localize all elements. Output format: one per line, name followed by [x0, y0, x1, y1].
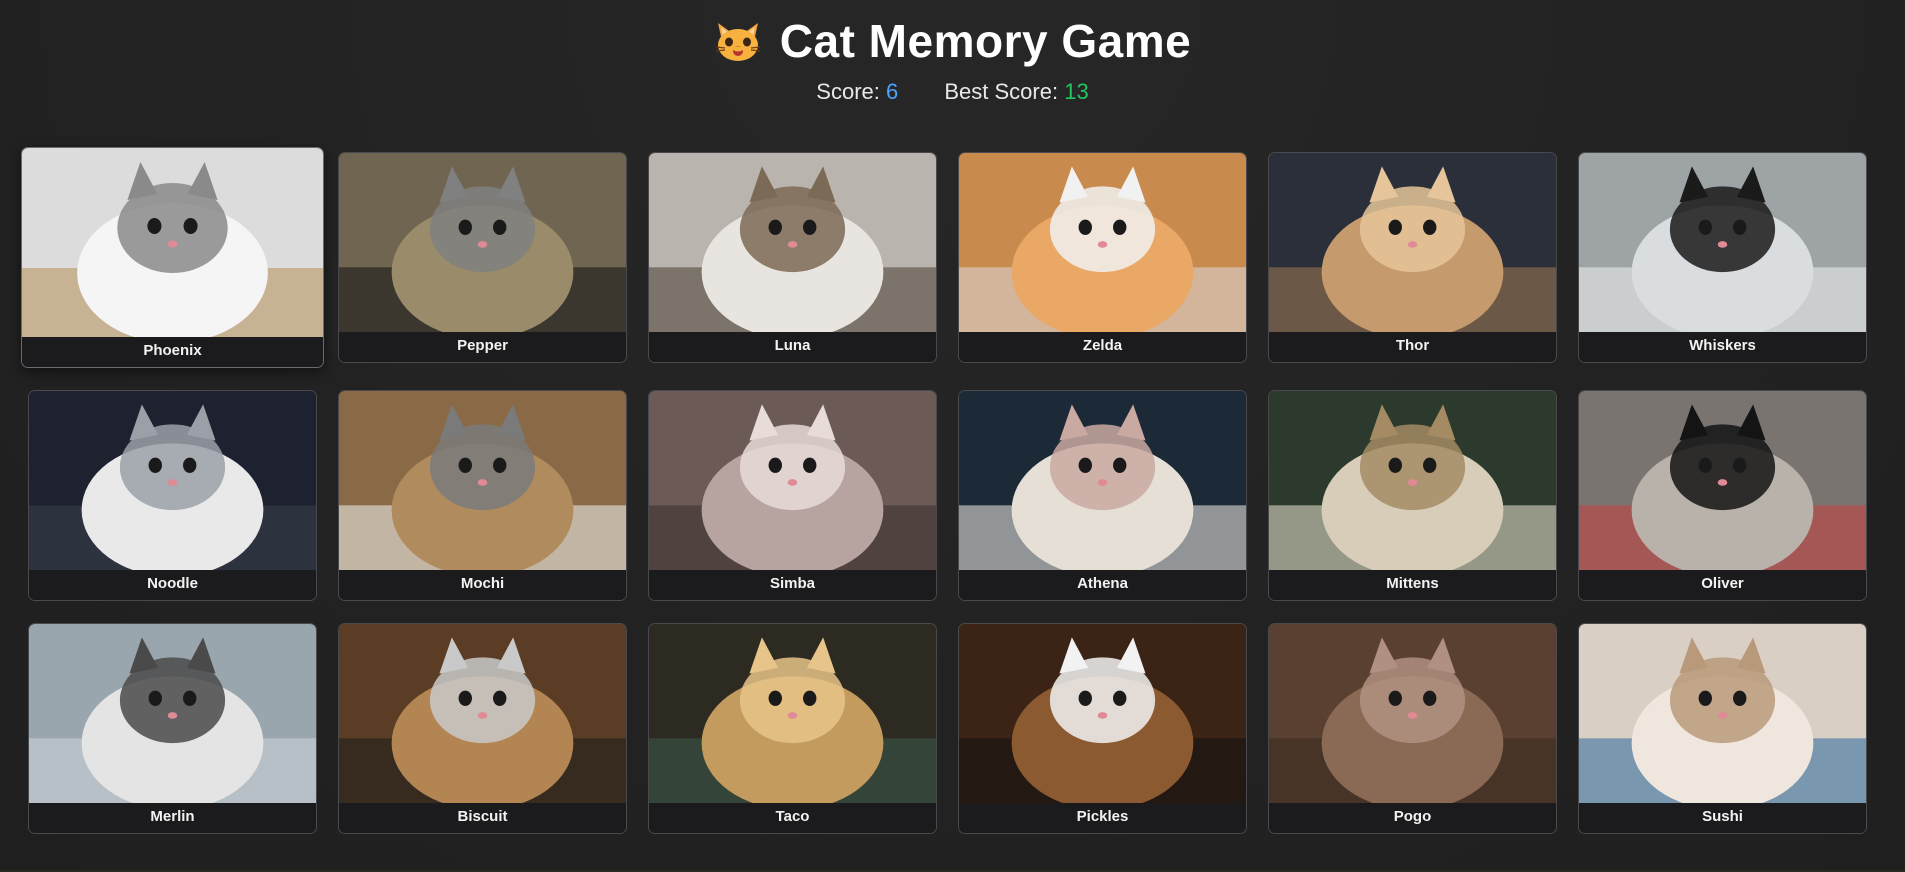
title-text: Cat Memory Game [779, 15, 1192, 67]
cat-card[interactable]: Noodle [28, 390, 317, 601]
cat-card[interactable]: Simba [648, 390, 937, 601]
cat-name-label: Taco [649, 803, 936, 833]
cat-card[interactable]: Biscuit [338, 623, 627, 834]
cat-name-label: Phoenix [22, 337, 323, 367]
cat-card[interactable]: Mochi [338, 390, 627, 601]
cat-name-label: Simba [649, 570, 936, 600]
cat-image [959, 391, 1246, 572]
cat-name-label: Whiskers [1579, 332, 1866, 362]
cat-face-icon [715, 23, 760, 61]
cat-card[interactable]: Pickles [958, 623, 1247, 834]
cat-name-label: Merlin [29, 803, 316, 833]
cat-card[interactable]: Luna [648, 152, 937, 363]
cat-name-label: Thor [1269, 332, 1556, 362]
cat-card[interactable]: Taco [648, 623, 937, 834]
cat-name-label: Biscuit [339, 803, 626, 833]
cat-image [1269, 391, 1556, 572]
cat-image [29, 391, 316, 572]
game-header: Cat Memory Game Score: 6 Best Score: 13 [0, 0, 1905, 106]
cat-name-label: Noodle [29, 570, 316, 600]
cat-name-label: Pepper [339, 332, 626, 362]
page-title: Cat Memory Game [714, 14, 1191, 68]
cat-image [339, 624, 626, 805]
cat-image [1579, 391, 1866, 572]
score-bar: Score: 6 Best Score: 13 [0, 78, 1905, 106]
best-score-value: 13 [1064, 79, 1089, 104]
cat-name-label: Mittens [1269, 570, 1556, 600]
score-label: Score: [816, 79, 880, 104]
cat-image [649, 153, 936, 334]
cat-card[interactable]: Oliver [1578, 390, 1867, 601]
cat-image [649, 391, 936, 572]
cat-image [649, 624, 936, 805]
cat-name-label: Luna [649, 332, 936, 362]
cat-image [959, 624, 1246, 805]
cat-card[interactable]: Zelda [958, 152, 1247, 363]
cat-image [1269, 624, 1556, 805]
cat-card[interactable]: Merlin [28, 623, 317, 834]
cat-card[interactable]: Pepper [338, 152, 627, 363]
cat-card[interactable]: Mittens [1268, 390, 1557, 601]
cat-image [339, 153, 626, 334]
cat-image [22, 148, 323, 338]
cat-name-label: Athena [959, 570, 1246, 600]
cat-image [339, 391, 626, 572]
cat-card[interactable]: Whiskers [1578, 152, 1867, 363]
cat-image [1269, 153, 1556, 334]
cat-image [1579, 153, 1866, 334]
cat-card[interactable]: Sushi [1578, 623, 1867, 834]
cat-name-label: Mochi [339, 570, 626, 600]
cat-card[interactable]: Athena [958, 390, 1247, 601]
card-grid: Phoenix Pepper Luna Zelda Thor Whiskers Noodle… [21, 147, 1878, 834]
cat-name-label: Pickles [959, 803, 1246, 833]
cat-card[interactable]: Thor [1268, 152, 1557, 363]
current-score: Score: 6 [816, 78, 898, 106]
cat-image [959, 153, 1246, 334]
cat-image [29, 624, 316, 805]
cat-name-label: Zelda [959, 332, 1246, 362]
game-app: Cat Memory Game Score: 6 Best Score: 13 … [0, 0, 1905, 872]
cat-name-label: Oliver [1579, 570, 1866, 600]
cat-image [1579, 624, 1866, 805]
cat-name-label: Sushi [1579, 803, 1866, 833]
cat-name-label: Pogo [1269, 803, 1556, 833]
cat-card[interactable]: Pogo [1268, 623, 1557, 834]
best-score: Best Score: 13 [944, 78, 1088, 106]
score-value: 6 [886, 79, 899, 104]
best-score-label: Best Score: [944, 79, 1059, 104]
cat-card[interactable]: Phoenix [21, 147, 324, 368]
